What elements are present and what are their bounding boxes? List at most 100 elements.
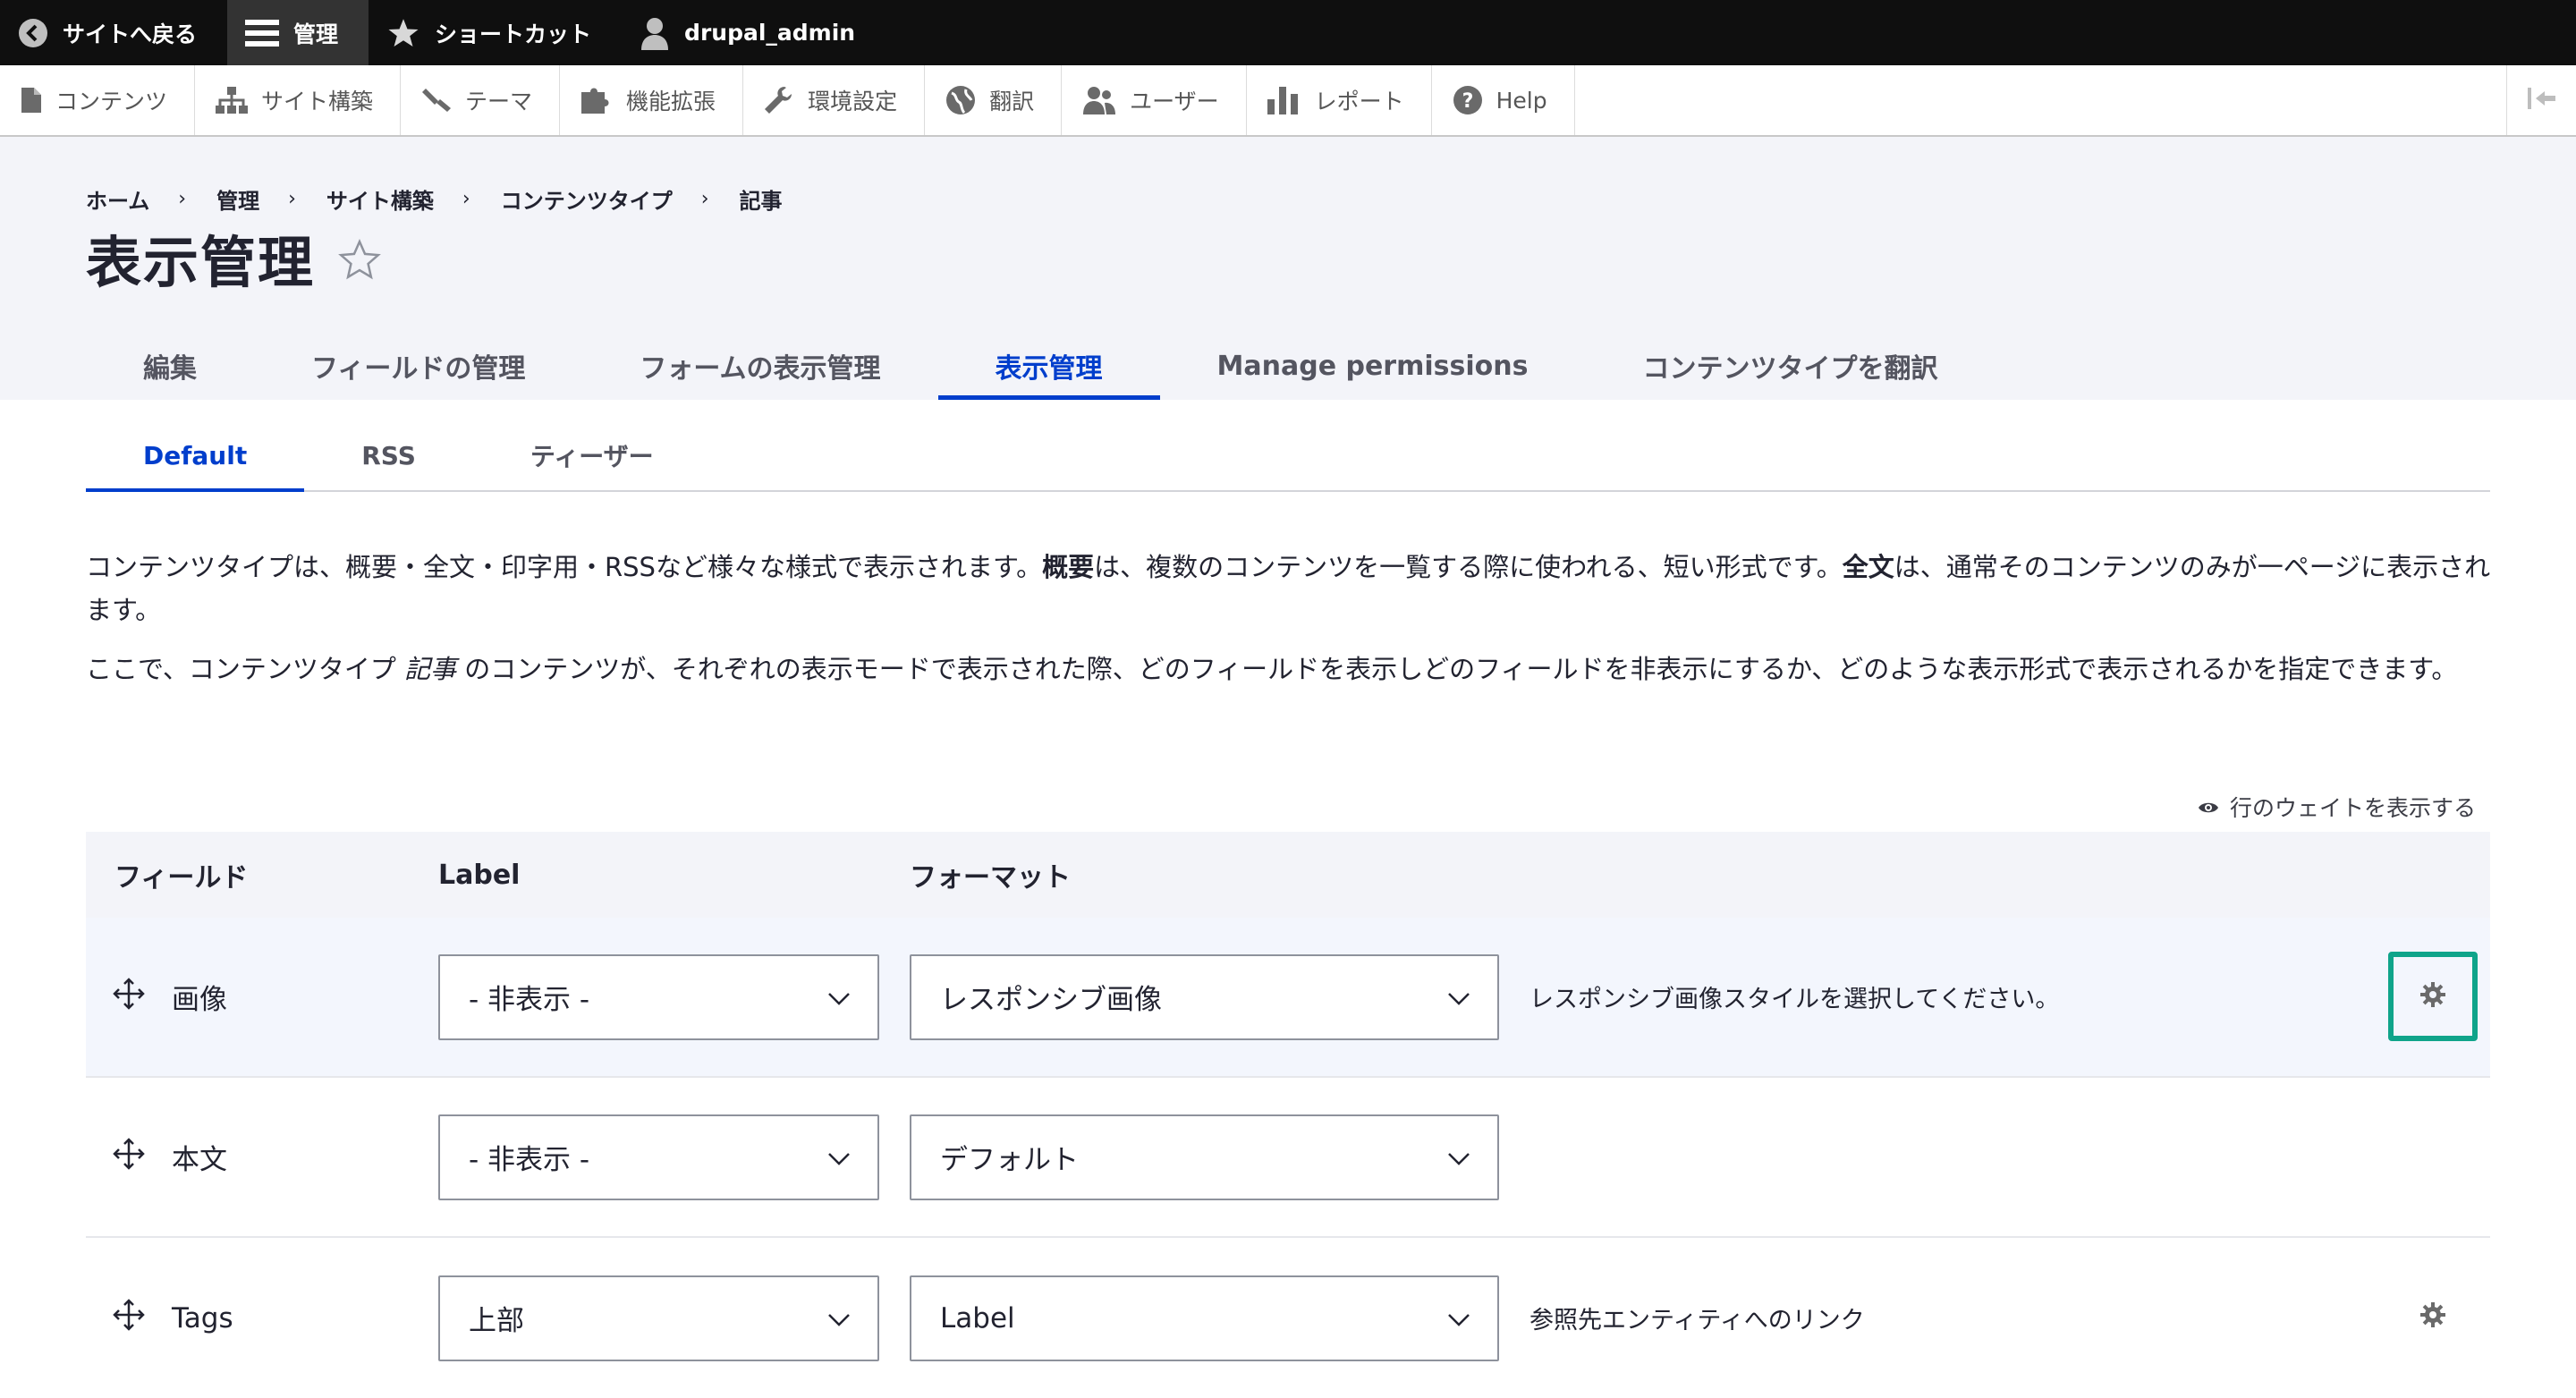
select-value: 上部 xyxy=(469,1305,524,1337)
breadcrumb-structure[interactable]: サイト構築 xyxy=(326,183,434,215)
drag-handle-icon[interactable] xyxy=(113,1137,145,1177)
tray-item-help[interactable]: ? Help xyxy=(1432,65,1575,135)
tray-item-translate[interactable]: 翻訳 xyxy=(925,65,1063,135)
tab-rss[interactable]: RSS xyxy=(304,420,473,490)
hamburger-icon xyxy=(245,18,280,48)
select-value: - 非表示 - xyxy=(469,984,590,1016)
shortcuts-label: ショートカット xyxy=(435,21,592,47)
page-title-wrap: 表示管理 xyxy=(86,217,383,298)
tab-manage-permissions[interactable]: Manage permissions xyxy=(1160,332,1586,400)
breadcrumb-admin[interactable]: 管理 xyxy=(216,183,259,215)
chevron-down-icon xyxy=(827,981,851,1013)
tray-item-people[interactable]: ユーザー xyxy=(1062,65,1247,135)
tab-manage-fields[interactable]: フィールドの管理 xyxy=(254,332,582,400)
breadcrumb-separator: › xyxy=(462,188,470,210)
back-to-site-label: サイトへ戻る xyxy=(63,21,198,47)
user-icon xyxy=(640,16,670,50)
format-summary: レスポンシブ画像スタイルを選択してください。 xyxy=(1530,986,2060,1013)
tab-edit[interactable]: 編集 xyxy=(113,332,254,400)
chevron-down-icon xyxy=(827,1141,851,1173)
admin-toolbar: サイトへ戻る 管理 ショートカット drupal_admin xyxy=(0,0,2576,65)
help-icon: ? xyxy=(1452,84,1484,116)
format-settings-button[interactable] xyxy=(2388,952,2478,1041)
chevron-down-icon xyxy=(1447,1141,1470,1173)
format-select[interactable]: デフォルト xyxy=(910,1114,1499,1200)
format-select[interactable]: Label xyxy=(910,1275,1499,1361)
format-settings-button[interactable] xyxy=(2388,1272,2478,1361)
file-icon xyxy=(20,86,43,114)
table-row: 画像 - 非表示 - レスポンシブ画像 レスポンシブ画像スタイルを選択してくださ… xyxy=(86,918,2490,1078)
help-text: ここで、コンテンツタイプ xyxy=(86,654,405,684)
tab-manage-display[interactable]: 表示管理 xyxy=(937,332,1160,400)
tray-item-label: レポート xyxy=(1314,89,1404,114)
tray-item-label: Help xyxy=(1496,87,1547,114)
chevron-down-icon xyxy=(827,1302,851,1334)
tray-item-reports[interactable]: レポート xyxy=(1247,65,1432,135)
column-header-label: Label xyxy=(438,859,521,891)
table-row: Tags 上部 Label 参照先エンティティへのリンク xyxy=(86,1238,2490,1398)
tray-item-config[interactable]: 環境設定 xyxy=(743,65,926,135)
tray-item-content[interactable]: コンテンツ xyxy=(0,65,196,135)
gear-icon xyxy=(2419,981,2446,1012)
breadcrumb-content-types[interactable]: コンテンツタイプ xyxy=(501,183,673,215)
manage-tab[interactable]: 管理 xyxy=(227,0,369,65)
breadcrumb-separator: › xyxy=(178,188,187,210)
breadcrumb-article[interactable]: 記事 xyxy=(740,183,783,215)
tray-item-structure[interactable]: サイト構築 xyxy=(195,65,402,135)
label-select[interactable]: - 非表示 - xyxy=(438,1114,879,1200)
breadcrumb-separator: › xyxy=(700,188,709,210)
tray-item-extend[interactable]: 機能拡張 xyxy=(560,65,744,135)
puzzle-icon xyxy=(580,85,614,115)
field-cell: Tags xyxy=(86,1298,438,1338)
tray-item-label: 機能拡張 xyxy=(626,89,716,114)
breadcrumb-separator: › xyxy=(288,188,296,210)
tab-teaser[interactable]: ティーザー xyxy=(473,420,711,490)
star-outline-icon[interactable] xyxy=(336,238,383,286)
tray-item-label: コンテンツ xyxy=(55,89,168,114)
tray-item-label: 環境設定 xyxy=(808,89,898,114)
help-text: は、複数のコンテンツを一覧する際に使われる、短い形式です。 xyxy=(1094,552,1843,582)
help-paragraph: コンテンツタイプは、概要・全文・印字用・RSSなど様々な様式で表示されます。概要… xyxy=(86,546,2501,631)
manage-label: 管理 xyxy=(293,21,339,47)
show-row-weights-button[interactable]: 行のウェイトを表示する xyxy=(2198,791,2476,823)
help-text: コンテンツタイプは、概要・全文・印字用・RSSなど様々な様式で表示されます。 xyxy=(86,552,1043,582)
svg-text:?: ? xyxy=(1462,90,1473,113)
drag-handle-icon[interactable] xyxy=(113,1298,145,1338)
select-value: レスポンシブ画像 xyxy=(940,984,1162,1016)
tab-manage-form-display[interactable]: フォームの表示管理 xyxy=(582,332,937,400)
label-select[interactable]: - 非表示 - xyxy=(438,953,879,1040)
select-value: Label xyxy=(940,1301,1015,1334)
tray-orientation-toggle[interactable] xyxy=(2506,65,2576,135)
column-header-field: フィールド xyxy=(114,862,249,894)
field-name: 本文 xyxy=(172,1144,227,1176)
format-select[interactable]: レスポンシブ画像 xyxy=(910,953,1499,1040)
help-description: コンテンツタイプは、概要・全文・印字用・RSSなど様々な様式で表示されます。概要… xyxy=(86,546,2501,707)
field-name: Tags xyxy=(172,1301,233,1334)
field-cell: 本文 xyxy=(86,1137,438,1177)
breadcrumb-home[interactable]: ホーム xyxy=(86,183,149,215)
tab-translate-content-type[interactable]: コンテンツタイプを翻訳 xyxy=(1585,332,1995,400)
tab-default[interactable]: Default xyxy=(86,420,305,492)
wrench-icon xyxy=(763,85,795,115)
tray-item-appearance[interactable]: テーマ xyxy=(401,65,561,135)
chevron-down-icon xyxy=(1447,981,1470,1013)
admin-menu-tray: コンテンツ サイト構築 テーマ 機能拡張 環境設定 翻訳 ユーザー レポート ?… xyxy=(0,65,2576,137)
help-text-bold: 概要 xyxy=(1042,552,1095,582)
help-text: のコンテンツが、それぞれの表示モードで表示された際、どのフィールドを表示しどのフ… xyxy=(456,654,2458,684)
table-row: 本文 - 非表示 - デフォルト xyxy=(86,1078,2490,1238)
show-row-weights-label: 行のウェイトを表示する xyxy=(2229,795,2476,821)
shortcuts-tab[interactable]: ショートカット xyxy=(369,0,622,65)
format-summary: 参照先エンティティへのリンク xyxy=(1530,1307,1865,1334)
breadcrumb: ホーム › 管理 › サイト構築 › コンテンツタイプ › 記事 xyxy=(86,183,783,215)
collapse-arrow-icon xyxy=(2527,86,2557,114)
people-icon xyxy=(1081,85,1117,115)
tray-item-label: 翻訳 xyxy=(989,89,1035,114)
chevron-left-circle-icon xyxy=(18,18,48,48)
drag-handle-icon[interactable] xyxy=(113,977,145,1017)
primary-tabs: 編集 フィールドの管理 フォームの表示管理 表示管理 Manage permis… xyxy=(113,332,1995,400)
user-tab[interactable]: drupal_admin xyxy=(622,0,886,65)
back-to-site-link[interactable]: サイトへ戻る xyxy=(0,0,227,65)
bar-chart-icon xyxy=(1267,85,1302,115)
label-select[interactable]: 上部 xyxy=(438,1275,879,1361)
chevron-down-icon xyxy=(1447,1302,1470,1334)
